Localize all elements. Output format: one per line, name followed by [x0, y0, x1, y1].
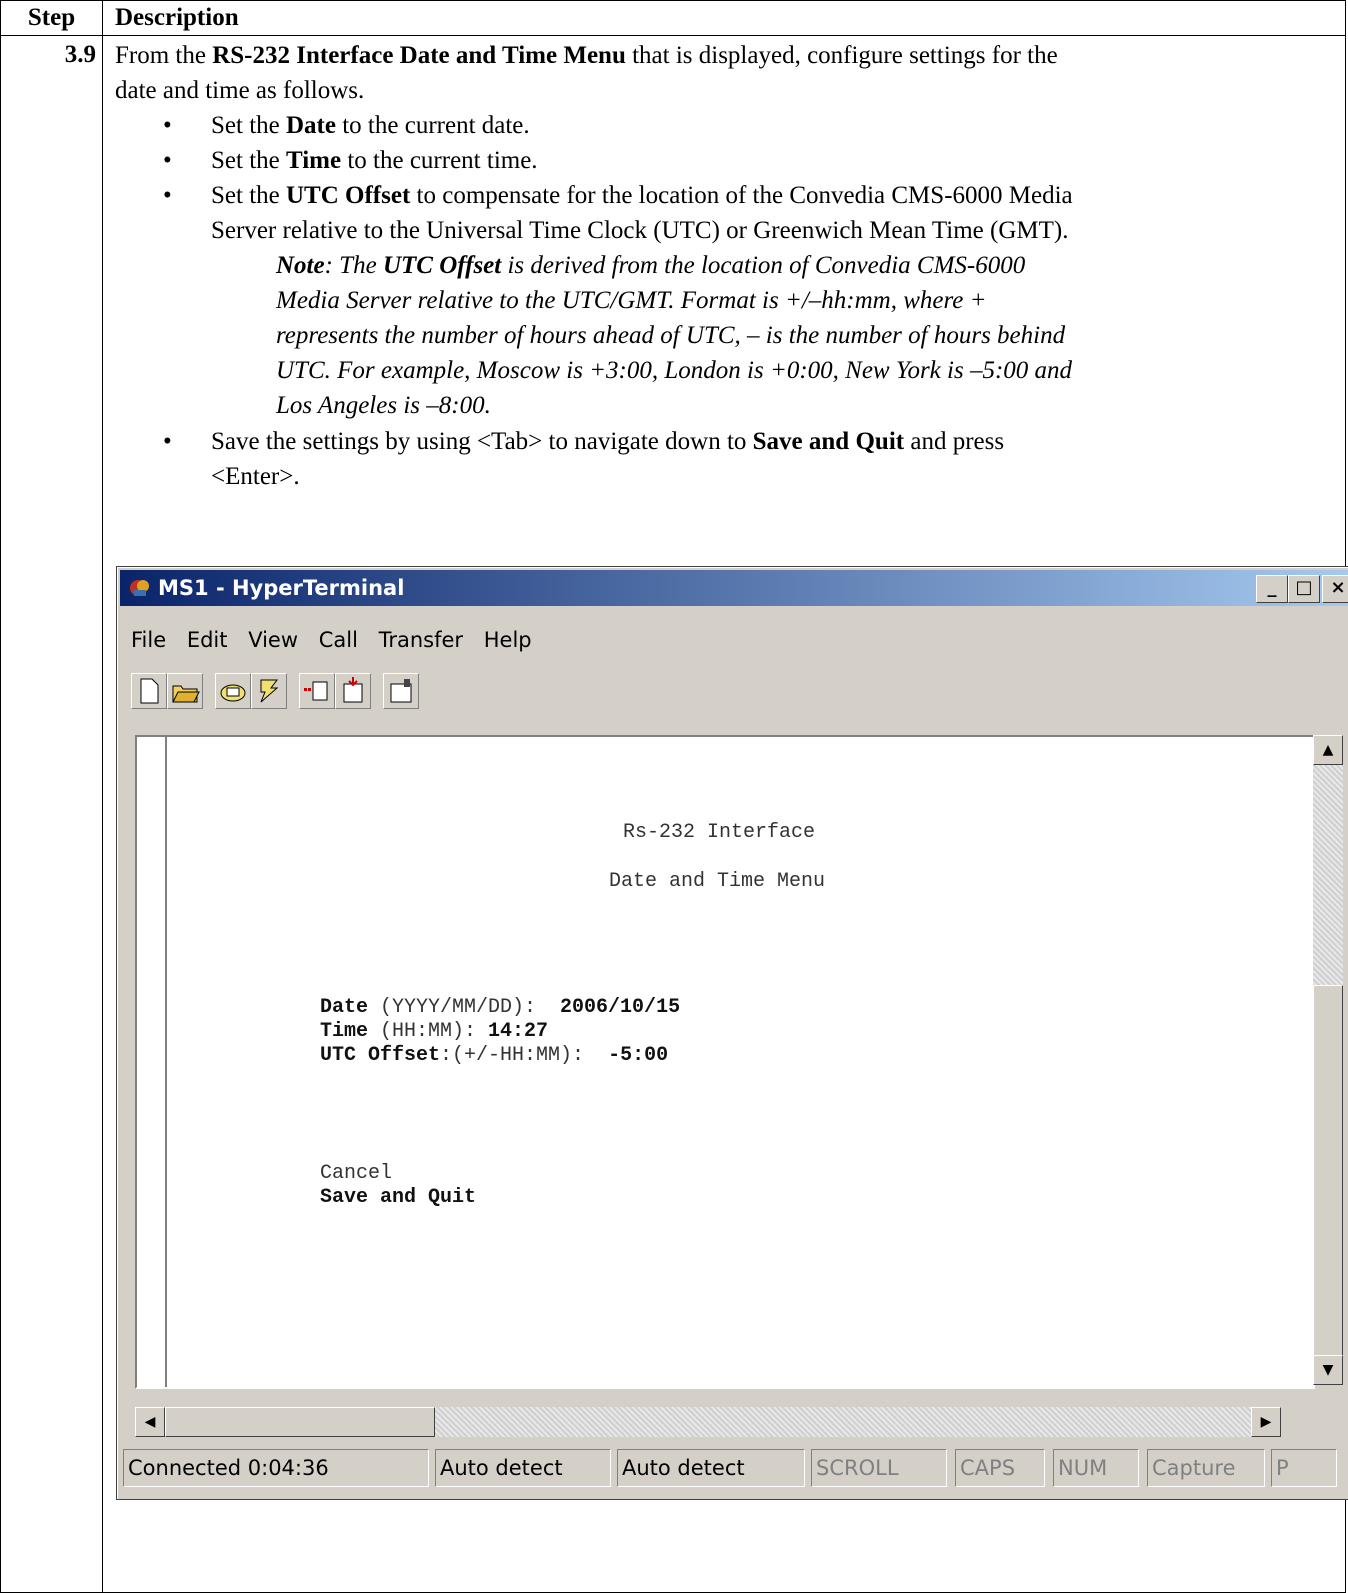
time-value[interactable]: 14:27 — [488, 1020, 548, 1043]
menu-view[interactable]: View — [248, 628, 298, 652]
bullet-utc: Set the UTC Offset to compensate for the… — [211, 178, 1073, 213]
note-line-2: Media Server relative to the UTC/GMT. Fo… — [276, 287, 987, 314]
utc-line: UTC Offset:(+/-HH:MM): -5:00 — [320, 1044, 668, 1068]
hyperterminal-window: MS1 - HyperTerminal _ □ × File Edit View… — [116, 566, 1348, 1500]
status-capture: Capture — [1147, 1449, 1265, 1487]
text: Time — [286, 147, 342, 174]
status-caps: CAPS — [955, 1449, 1045, 1487]
text: Date — [286, 112, 336, 139]
text: Set the — [211, 112, 286, 139]
header-step: Step — [0, 0, 103, 36]
bullet-save-line-2: <Enter>. — [211, 463, 300, 490]
time-label: Time — [320, 1020, 369, 1043]
note-line-4: UTC. For example, Moscow is +3:00, Londo… — [276, 357, 1073, 384]
text: UTC Offset — [286, 182, 411, 209]
scroll-up-icon[interactable]: ▲ — [1313, 735, 1343, 765]
date-format: (YYYY/MM/DD): — [368, 996, 561, 1019]
text: Set the — [211, 147, 286, 174]
scroll-left-icon[interactable]: ◀ — [135, 1407, 165, 1437]
maximize-button[interactable]: □ — [1288, 575, 1320, 603]
status-emulation: Auto detect — [435, 1449, 611, 1487]
open-icon[interactable] — [167, 673, 203, 709]
menu-transfer[interactable]: Transfer — [379, 628, 463, 652]
text: Save the settings by using <Tab> to navi… — [211, 428, 753, 455]
text: Set the — [211, 182, 286, 209]
minimize-button[interactable]: _ — [1256, 575, 1288, 603]
terminal-margin — [137, 737, 167, 1387]
send-icon[interactable] — [299, 673, 335, 709]
cancel-option[interactable]: Cancel — [320, 1162, 392, 1186]
terminal-heading-2: Date and Time Menu — [609, 870, 826, 893]
horizontal-scrollbar[interactable]: ◀ ▶ — [135, 1407, 1281, 1437]
note-line-3: represents the number of hours ahead of … — [276, 322, 1066, 349]
close-button[interactable]: × — [1322, 575, 1348, 603]
bullet-utc-line-2: Server relative to the Universal Time Cl… — [211, 217, 1069, 244]
bullet: • — [163, 112, 172, 139]
note-label: Note — [276, 252, 325, 279]
text: that is displayed, configure settings fo… — [625, 42, 1058, 69]
menu-call[interactable]: Call — [319, 628, 358, 652]
status-bar: Connected 0:04:36 Auto detect Auto detec… — [123, 1449, 1348, 1489]
text: and press — [904, 428, 1005, 455]
note-line-5: Los Angeles is –8:00. — [276, 392, 491, 419]
text: Save and Quit — [752, 428, 905, 455]
menu-edit[interactable]: Edit — [187, 628, 228, 652]
status-scroll: SCROLL — [811, 1449, 947, 1487]
time-format: (HH:MM): — [368, 1020, 489, 1043]
note-line-1: Note: The UTC Offset is derived from the… — [276, 248, 1025, 283]
text: is derived from the location of Convedia… — [501, 252, 1026, 279]
bullet: • — [163, 182, 172, 209]
text: to the current date. — [335, 112, 530, 139]
disconnect-icon[interactable] — [251, 673, 287, 709]
date-label: Date — [320, 996, 369, 1019]
utc-label: UTC Offset — [320, 1044, 441, 1067]
receive-icon[interactable] — [335, 673, 371, 709]
menu-file[interactable]: File — [131, 628, 166, 652]
date-line: Date (YYYY/MM/DD): 2006/10/15 — [320, 996, 680, 1020]
menu-name: RS-232 Interface Date and Time Menu — [212, 42, 626, 69]
bullet-save: Save the settings by using <Tab> to navi… — [211, 424, 1004, 459]
time-line: Time (HH:MM): 14:27 — [320, 1020, 548, 1044]
text: to compensate for the location of the Co… — [410, 182, 1073, 209]
save-and-quit-option[interactable]: Save and Quit — [320, 1186, 476, 1210]
hyperterminal-icon — [130, 580, 149, 596]
properties-icon[interactable] — [383, 673, 419, 709]
terminal-screen[interactable]: Rs-232 Interface Date and Time Menu Date… — [135, 735, 1315, 1389]
bullet: • — [163, 428, 172, 455]
window-title: MS1 - HyperTerminal — [158, 576, 405, 600]
bullet-time: Set the Time to the current time. — [211, 143, 538, 178]
new-icon[interactable] — [131, 673, 167, 709]
bullet: • — [163, 147, 172, 174]
vertical-scrollbar[interactable]: ▲ ▼ — [1313, 735, 1343, 1385]
header-description: Description — [102, 0, 1346, 36]
date-value[interactable]: 2006/10/15 — [560, 996, 680, 1019]
utc-format: :(+/-HH:MM): — [440, 1044, 609, 1067]
utc-value[interactable]: -5:00 — [608, 1044, 668, 1067]
menu-bar: File Edit View Call Transfer Help — [131, 623, 546, 657]
title-bar[interactable]: MS1 - HyperTerminal _ □ × — [120, 570, 1348, 606]
status-connection: Connected 0:04:36 — [123, 1449, 429, 1487]
horizontal-scroll-thumb[interactable] — [165, 1407, 435, 1437]
text: : The — [324, 252, 383, 279]
text: UTC Offset — [382, 252, 502, 279]
connect-icon[interactable] — [215, 673, 251, 709]
text: From the — [115, 42, 213, 69]
intro-line-2: date and time as follows. — [115, 77, 365, 104]
terminal-heading-1: Rs-232 Interface — [623, 821, 816, 844]
text: to the current time. — [341, 147, 538, 174]
bullet-date: Set the Date to the current date. — [211, 108, 530, 143]
status-num: NUM — [1053, 1449, 1139, 1487]
scroll-down-icon[interactable]: ▼ — [1313, 1355, 1343, 1385]
intro-line-1: From the RS-232 Interface Date and Time … — [115, 38, 1058, 73]
menu-help[interactable]: Help — [484, 628, 532, 652]
vertical-scroll-thumb[interactable] — [1313, 985, 1343, 1367]
step-number: 3.9 — [0, 35, 103, 1593]
status-print: P — [1271, 1449, 1337, 1487]
scroll-right-icon[interactable]: ▶ — [1251, 1407, 1281, 1437]
status-settings: Auto detect — [617, 1449, 805, 1487]
